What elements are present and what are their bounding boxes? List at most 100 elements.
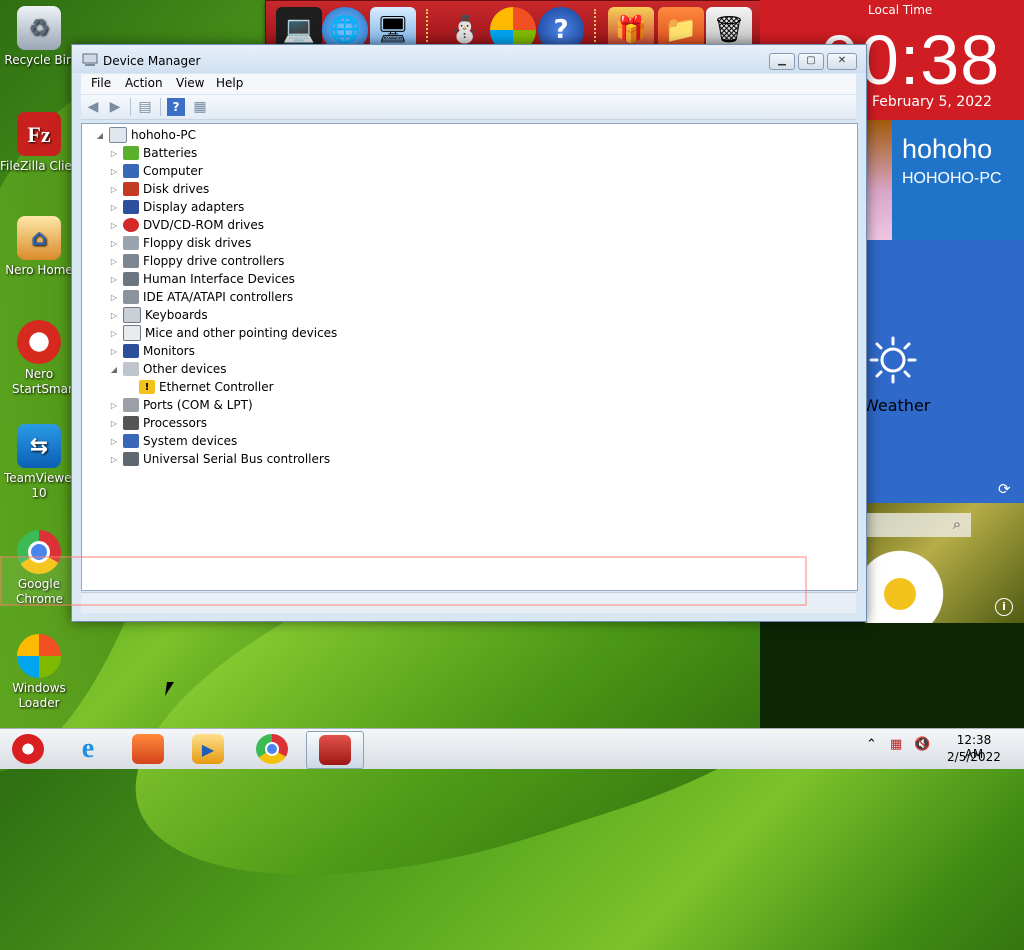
tree-item[interactable]: ▷ Keyboards bbox=[108, 306, 208, 324]
santa-start-icon bbox=[12, 734, 44, 764]
expand-arrow-icon[interactable]: ▷ bbox=[108, 329, 120, 338]
search-tile: ⌕ i bbox=[865, 503, 1024, 623]
expand-arrow-icon[interactable]: ▷ bbox=[108, 293, 120, 302]
tree-item[interactable]: ▷ Floppy disk drives bbox=[108, 234, 251, 252]
desktop-icon-nero-home[interactable]: ⌂ Nero Home bbox=[0, 216, 78, 278]
recycle-bin-icon: ♻ bbox=[17, 6, 61, 50]
display-adapter-icon bbox=[123, 200, 139, 214]
usb-icon bbox=[123, 452, 139, 466]
computer-icon bbox=[123, 164, 139, 178]
desktop-icon-label: Nero StartSmart bbox=[12, 367, 78, 396]
volume-muted-icon[interactable]: 🔇 bbox=[914, 737, 930, 752]
taskbar-chrome[interactable] bbox=[246, 731, 298, 767]
daisy-image bbox=[865, 539, 955, 623]
expand-arrow-icon[interactable]: ▷ bbox=[108, 455, 120, 464]
expand-arrow-icon[interactable]: ▷ bbox=[108, 311, 120, 320]
tree-item[interactable]: ▷ System devices bbox=[108, 432, 237, 450]
desktop-icon-windows-loader[interactable]: Windows Loader bbox=[0, 634, 78, 711]
house-icon: ⌂ bbox=[17, 216, 61, 260]
title-bar[interactable]: Device Manager ▁ ▢ ✕ bbox=[72, 45, 866, 73]
tree-item[interactable]: ▷ Floppy drive controllers bbox=[108, 252, 284, 270]
desktop-icon-filezilla[interactable]: Fz FileZilla Client bbox=[0, 112, 78, 174]
user-name: hohoho bbox=[902, 134, 993, 164]
maximize-button[interactable]: ▢ bbox=[798, 53, 824, 70]
expand-arrow-icon[interactable]: ▷ bbox=[108, 275, 120, 284]
menu-view[interactable]: View bbox=[170, 75, 210, 91]
expand-arrow-icon[interactable]: ▷ bbox=[108, 221, 120, 230]
tree-item-label: Universal Serial Bus controllers bbox=[143, 452, 331, 466]
tree-item[interactable]: ▷ Human Interface Devices bbox=[108, 270, 295, 288]
info-icon[interactable]: i bbox=[995, 598, 1013, 616]
start-button[interactable] bbox=[2, 731, 54, 767]
tree-item[interactable]: ▷ IDE ATA/ATAPI controllers bbox=[108, 288, 293, 306]
expand-arrow-icon[interactable]: ▷ bbox=[108, 203, 120, 212]
local-time-label: Local Time bbox=[868, 3, 933, 17]
expand-arrow-icon[interactable]: ▷ bbox=[108, 239, 120, 248]
close-button[interactable]: ✕ bbox=[827, 53, 857, 70]
desktop-icon-teamviewer[interactable]: ⇆ TeamViewer 10 bbox=[0, 424, 78, 501]
tree-item[interactable]: ▷ Ports (COM & LPT) bbox=[108, 396, 253, 414]
forward-icon[interactable]: ▶ bbox=[106, 98, 124, 116]
weather-tile[interactable]: Weather ⟳ bbox=[863, 240, 1024, 503]
collapse-arrow-icon[interactable]: ◢ bbox=[108, 365, 120, 374]
refresh-icon[interactable]: ⟳ bbox=[998, 480, 1011, 498]
tree-item[interactable]: ▷ Mice and other pointing devices bbox=[108, 324, 337, 342]
menu-action[interactable]: Action bbox=[119, 75, 169, 91]
expand-arrow-icon[interactable]: ▷ bbox=[108, 347, 120, 356]
computer-name: HOHOHO-PC bbox=[902, 170, 1002, 187]
mouse-icon bbox=[123, 325, 141, 341]
back-icon[interactable]: ◀ bbox=[84, 98, 102, 116]
show-hidden-icons-icon[interactable]: ⌃ bbox=[866, 737, 877, 752]
network-error-icon[interactable]: ▦ bbox=[890, 737, 902, 752]
expand-arrow-icon[interactable]: ▷ bbox=[108, 401, 120, 410]
taskbar-internet-explorer[interactable]: e bbox=[62, 731, 114, 767]
tree-item[interactable]: ▷ Disk drives bbox=[108, 180, 209, 198]
expand-arrow-icon[interactable]: ▷ bbox=[108, 185, 120, 194]
expand-arrow-icon[interactable]: ▷ bbox=[108, 419, 120, 428]
flame-icon bbox=[17, 320, 61, 364]
search-icon[interactable]: ⌕ bbox=[945, 515, 969, 535]
keyboard-icon bbox=[123, 307, 141, 323]
windows-shield-icon bbox=[17, 634, 61, 678]
collapse-arrow-icon[interactable]: ◢ bbox=[94, 131, 106, 140]
tree-root[interactable]: ◢ hohoho-PC bbox=[94, 126, 196, 144]
menu-file[interactable]: File bbox=[85, 75, 117, 91]
tree-item-label: IDE ATA/ATAPI controllers bbox=[143, 290, 294, 304]
tree-item-label: DVD/CD-ROM drives bbox=[143, 218, 265, 232]
tree-item[interactable]: ▷ DVD/CD-ROM drives bbox=[108, 216, 264, 234]
tree-item[interactable]: ▷ Display adapters bbox=[108, 198, 244, 216]
taskbar-device-manager[interactable] bbox=[306, 731, 364, 769]
tree-child-item[interactable]: ! Ethernet Controller bbox=[136, 378, 274, 396]
desktop-icon-nero-startsmart[interactable]: Nero StartSmart bbox=[0, 320, 78, 397]
disk-drive-icon bbox=[123, 182, 139, 196]
tree-item[interactable]: ▷ Monitors bbox=[108, 342, 195, 360]
taskbar-media-player[interactable]: ▶ bbox=[182, 731, 234, 767]
tree-item[interactable]: ◢ Other devices bbox=[108, 360, 227, 378]
menu-help[interactable]: Help bbox=[210, 75, 249, 91]
help-icon[interactable]: ? bbox=[167, 98, 185, 116]
desktop-icon-recycle-bin[interactable]: ♻ Recycle Bin bbox=[0, 6, 78, 68]
toolbox-icon bbox=[319, 735, 351, 765]
warning-device-icon: ! bbox=[139, 380, 155, 394]
tree-item-label: System devices bbox=[143, 434, 238, 448]
minimize-button[interactable]: ▁ bbox=[769, 53, 795, 70]
user-tile[interactable]: hohoho HOHOHO-PC bbox=[892, 120, 1024, 240]
tree-root-label: hohoho-PC bbox=[131, 128, 197, 142]
desktop-icon-label: Windows Loader bbox=[12, 681, 66, 710]
tree-item[interactable]: ▷ Computer bbox=[108, 162, 203, 180]
weather-label: Weather bbox=[863, 396, 931, 415]
show-hide-tree-icon[interactable]: ▤ bbox=[136, 98, 154, 116]
system-device-icon bbox=[123, 434, 139, 448]
dvd-drive-icon bbox=[123, 218, 139, 232]
tree-item[interactable]: ▷ Processors bbox=[108, 414, 207, 432]
expand-arrow-icon[interactable]: ▷ bbox=[108, 149, 120, 158]
properties-icon[interactable]: ▦ bbox=[191, 98, 209, 116]
taskbar-file-explorer[interactable] bbox=[122, 731, 174, 767]
expand-arrow-icon[interactable]: ▷ bbox=[108, 257, 120, 266]
expand-arrow-icon[interactable]: ▷ bbox=[108, 167, 120, 176]
tree-item[interactable]: ▷ Universal Serial Bus controllers bbox=[108, 450, 330, 468]
big-date: February 5, 2022 bbox=[872, 94, 992, 110]
tree-item[interactable]: ▷ Batteries bbox=[108, 144, 197, 162]
taskbar-date[interactable]: 2/5/2022 bbox=[946, 750, 1002, 764]
expand-arrow-icon[interactable]: ▷ bbox=[108, 437, 120, 446]
